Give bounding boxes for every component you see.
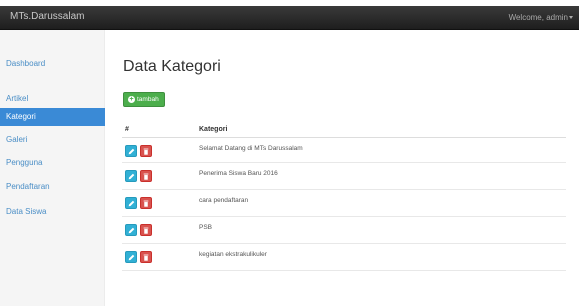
- trash-icon: [143, 148, 149, 155]
- user-menu[interactable]: Welcome, admin: [509, 13, 573, 22]
- page-title: Data Kategori: [123, 58, 221, 75]
- column-header-kategori: Kategori: [199, 126, 228, 133]
- brand-link[interactable]: MTs.Darussalam: [10, 11, 84, 22]
- add-category-button[interactable]: + tambah: [123, 92, 165, 107]
- trash-icon: [143, 254, 149, 261]
- edit-button[interactable]: [125, 170, 137, 182]
- edit-button[interactable]: [125, 197, 137, 209]
- category-table: # Kategori Selamat Datang di MTs Darussa…: [122, 122, 566, 271]
- table-header: # Kategori: [122, 122, 566, 138]
- trash-icon: [143, 173, 149, 180]
- category-name: PSB: [199, 224, 213, 231]
- category-name: Penerima Siswa Baru 2016: [199, 170, 278, 177]
- delete-button[interactable]: [140, 224, 152, 236]
- table-row: PSB: [122, 217, 566, 244]
- welcome-text: Welcome, admin: [508, 13, 568, 22]
- pencil-icon: [128, 254, 134, 260]
- edit-button[interactable]: [125, 251, 137, 263]
- caret-down-icon: [569, 16, 573, 20]
- table-row: cara pendaftaran: [122, 190, 566, 217]
- category-name: kegiatan ekstrakulikuler: [199, 251, 267, 258]
- table-row: Penerima Siswa Baru 2016: [122, 163, 566, 190]
- sidebar-item-artikel[interactable]: Artikel: [0, 90, 105, 108]
- edit-button[interactable]: [125, 224, 137, 236]
- edit-button[interactable]: [125, 145, 137, 157]
- delete-button[interactable]: [140, 170, 152, 182]
- trash-icon: [143, 227, 149, 234]
- delete-button[interactable]: [140, 251, 152, 263]
- add-button-label: tambah: [137, 96, 159, 103]
- pencil-icon: [128, 148, 134, 154]
- sidebar-item-dashboard[interactable]: Dashboard: [0, 55, 105, 73]
- category-name: cara pendaftaran: [199, 197, 249, 204]
- category-name: Selamat Datang di MTs Darussalam: [199, 145, 303, 152]
- pencil-icon: [128, 173, 134, 179]
- pencil-icon: [128, 200, 134, 206]
- pencil-icon: [128, 227, 134, 233]
- table-row: kegiatan ekstrakulikuler: [122, 244, 566, 271]
- delete-button[interactable]: [140, 145, 152, 157]
- sidebar-item-data-siswa[interactable]: Data Siswa: [0, 203, 105, 221]
- trash-icon: [143, 200, 149, 207]
- delete-button[interactable]: [140, 197, 152, 209]
- sidebar-item-kategori[interactable]: Kategori: [0, 108, 105, 126]
- top-navbar: MTs.Darussalam Welcome, admin: [0, 6, 579, 30]
- sidebar-item-pengguna[interactable]: Pengguna: [0, 154, 105, 172]
- column-header-number: #: [125, 126, 129, 133]
- sidebar-item-pendaftaran[interactable]: Pendaftaran: [0, 178, 105, 196]
- table-row: Selamat Datang di MTs Darussalam: [122, 138, 566, 163]
- plus-circle-icon: +: [128, 96, 135, 103]
- sidebar-item-galeri[interactable]: Galeri: [0, 131, 105, 149]
- sidebar: Dashboard Artikel Kategori Galeri Penggu…: [0, 30, 105, 306]
